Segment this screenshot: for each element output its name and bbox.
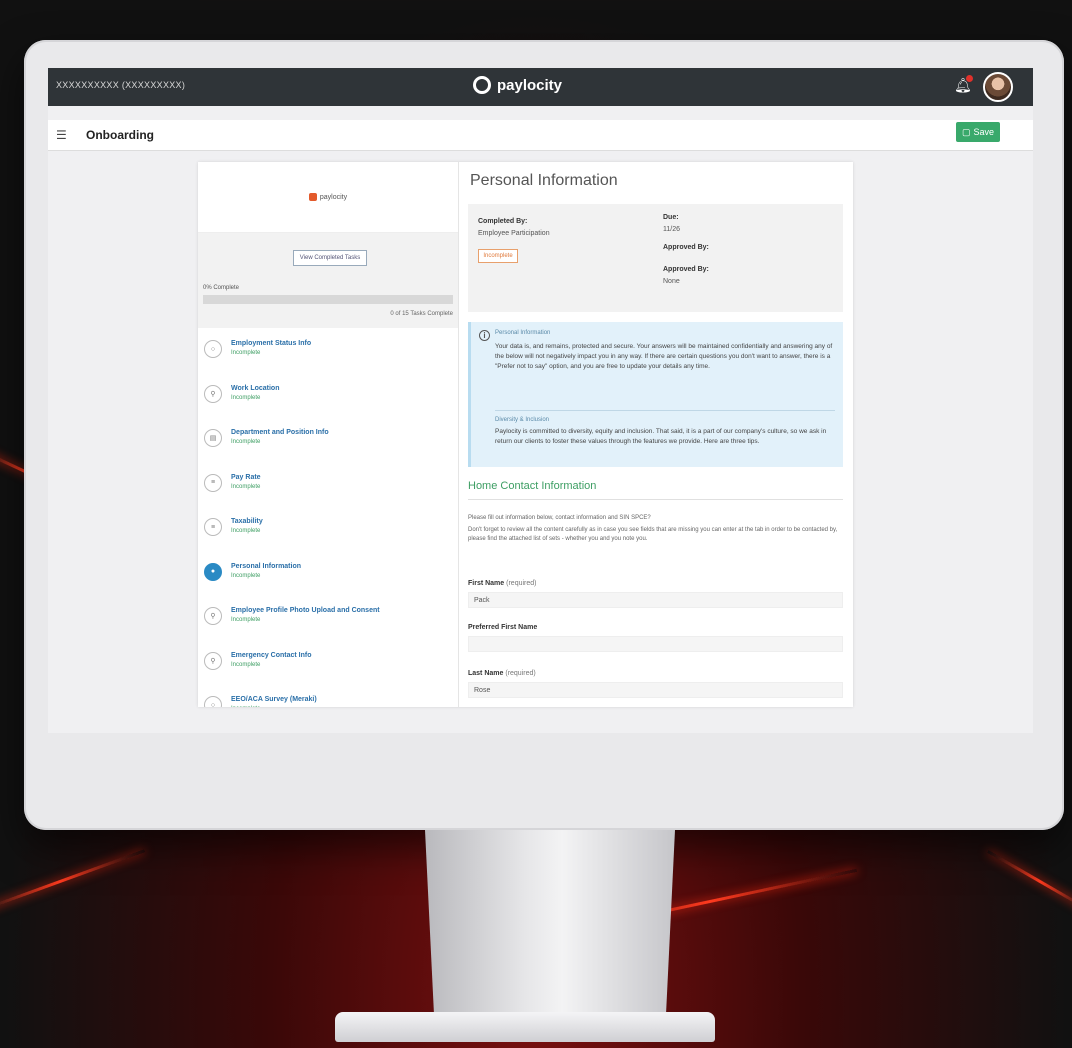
approved-by-value: None	[663, 278, 680, 285]
task-status: Incomplete	[231, 572, 261, 579]
info-icon: i	[479, 330, 490, 341]
percent-complete: 0% Complete	[203, 285, 240, 291]
completed-by-value: Employee Participation	[478, 230, 550, 237]
task-name: Work Location	[231, 384, 280, 392]
menu-icon[interactable]: ☰	[56, 128, 67, 142]
due-label: Due:	[663, 214, 679, 221]
first-name-field[interactable]: Pack	[468, 592, 843, 608]
company-name[interactable]: XXXXXXXXXX (XXXXXXXXX)	[56, 80, 185, 90]
last-name-label-text: Last Name	[468, 670, 504, 677]
person-icon: ●	[204, 562, 222, 581]
task-status: Incomplete	[231, 706, 260, 707]
task-item[interactable]: ≡ Taxability Incomplete	[198, 506, 458, 551]
info-heading-2: Diversity & Inclusion	[495, 417, 550, 423]
task-name: Employment Status Info	[231, 340, 312, 347]
task-status: Incomplete	[231, 439, 261, 445]
task-name: Personal Information	[231, 562, 302, 570]
intro-text: Please fill out information below, conta…	[468, 515, 651, 521]
task-name: Emergency Contact Info	[231, 651, 312, 659]
task-name: Taxability	[231, 518, 263, 525]
first-name-label-text: First Name	[468, 580, 505, 587]
company-logo: paylocity	[308, 193, 348, 201]
page-header: ☰ Onboarding ▢ Save	[48, 120, 1033, 151]
avatar[interactable]	[983, 72, 1013, 102]
task-name: EEO/ACA Survey (Meraki)	[231, 696, 317, 703]
company-logo-area: paylocity	[198, 162, 458, 233]
task-item[interactable]: ● Personal Information Incomplete	[198, 551, 458, 596]
app-screen: XXXXXXXXXX (XXXXXXXXX) paylocity 🔔︎ ☰ On…	[48, 68, 1033, 733]
info-text-2: Paylocity is committed to diversity, equ…	[495, 428, 827, 445]
page-title: Onboarding	[86, 128, 154, 142]
preferred-first-name-field[interactable]	[468, 636, 843, 652]
last-name-field[interactable]: Rose	[468, 682, 843, 698]
task-item[interactable]: ⚲ Emergency Contact Info Incomplete	[198, 640, 458, 685]
onboarding-content: paylocity View Completed Tasks 0% Comple…	[198, 162, 853, 707]
task-sidebar: paylocity View Completed Tasks 0% Comple…	[198, 162, 459, 707]
task-name: Department and Position Info	[231, 429, 329, 436]
last-name-label: Last Name (required)	[468, 670, 536, 677]
save-icon: ▢	[961, 126, 971, 137]
task-item[interactable]: ○ Employment Status Info Incomplete	[198, 328, 458, 373]
task-name: Pay Rate	[231, 473, 261, 481]
task-status: Incomplete	[231, 394, 261, 401]
divider	[495, 410, 835, 411]
save-button[interactable]: ▢ Save	[956, 122, 1000, 142]
logo-mark-icon	[308, 193, 317, 201]
approved-by-label: Approved By:	[663, 244, 709, 251]
task-status: Incomplete	[231, 528, 261, 534]
monitor-stand	[425, 830, 675, 1035]
divider	[468, 499, 843, 500]
task-item[interactable]: ⚲ Work Location Incomplete	[198, 373, 458, 418]
section-title: Personal Information	[470, 172, 618, 189]
brand-name: paylocity	[497, 76, 563, 94]
document-icon: ≡	[204, 473, 222, 492]
task-list: ○ Employment Status Info Incomplete ⚲ Work L…	[198, 328, 458, 707]
info-text: Your data is, and remains, protected and…	[495, 343, 833, 370]
briefcase-icon: ▤	[204, 429, 222, 447]
task-status: Incomplete	[231, 483, 261, 490]
preferred-first-name-label: Preferred First Name	[468, 624, 538, 631]
notification-badge	[966, 75, 973, 82]
location-icon: ⚲	[204, 384, 222, 403]
required-marker: (required)	[506, 580, 537, 587]
progress-bar	[203, 295, 453, 304]
task-item[interactable]: ⚲ Employee Profile Photo Upload and Conse…	[198, 595, 458, 640]
circle-check-icon: ○	[204, 340, 222, 358]
intro-text-2: Don't forget to review all the content c…	[468, 527, 838, 542]
progress-panel: View Completed Tasks 0% Complete 0 of 15…	[198, 233, 458, 328]
red-light-streak	[987, 850, 1072, 913]
person-icon: ⚲	[204, 651, 222, 670]
red-light-streak	[0, 849, 146, 914]
top-navigation-bar: XXXXXXXXXX (XXXXXXXXX) paylocity 🔔︎	[48, 68, 1033, 106]
brand-logo: paylocity	[473, 76, 562, 94]
task-detail: Personal Information Completed By: Emplo…	[468, 162, 848, 707]
first-name-label: First Name (required)	[468, 580, 537, 587]
document-icon: ≡	[204, 518, 222, 536]
logo-text: paylocity	[319, 193, 348, 201]
view-completed-tasks-button[interactable]: View Completed Tasks	[293, 250, 367, 266]
task-status: Incomplete	[231, 661, 261, 668]
status-badge: Incomplete	[478, 249, 518, 263]
info-heading: Personal Information	[495, 330, 551, 336]
monitor-frame: XXXXXXXXXX (XXXXXXXXX) paylocity 🔔︎ ☰ On…	[24, 40, 1064, 830]
required-marker: (required)	[505, 670, 536, 677]
task-item[interactable]: ▤ Department and Position Info Incomplete	[198, 417, 458, 462]
task-item[interactable]: ○ EEO/ACA Survey (Meraki) Incomplete	[198, 684, 458, 707]
task-item[interactable]: ≡ Pay Rate Incomplete	[198, 462, 458, 507]
paylocity-logo-icon	[473, 76, 491, 94]
due-value: 11/26	[663, 226, 680, 233]
task-meta-panel: Completed By: Employee Participation Inc…	[468, 204, 843, 312]
task-status: Incomplete	[231, 350, 261, 356]
survey-icon: ○	[204, 696, 222, 707]
completed-by-label: Completed By:	[478, 218, 528, 225]
progress-count: 0 of 15 Tasks Complete	[390, 311, 453, 317]
approved-by-label-2: Approved By:	[663, 266, 709, 273]
task-status: Incomplete	[231, 617, 261, 623]
task-name: Employee Profile Photo Upload and Consen…	[231, 607, 380, 614]
save-label: Save	[973, 127, 995, 137]
monitor-stand-base	[335, 1012, 715, 1042]
contact-section-title: Home Contact Information	[468, 480, 597, 492]
person-icon: ⚲	[204, 607, 222, 625]
info-callout: i Personal Information Your data is, and…	[468, 322, 843, 467]
